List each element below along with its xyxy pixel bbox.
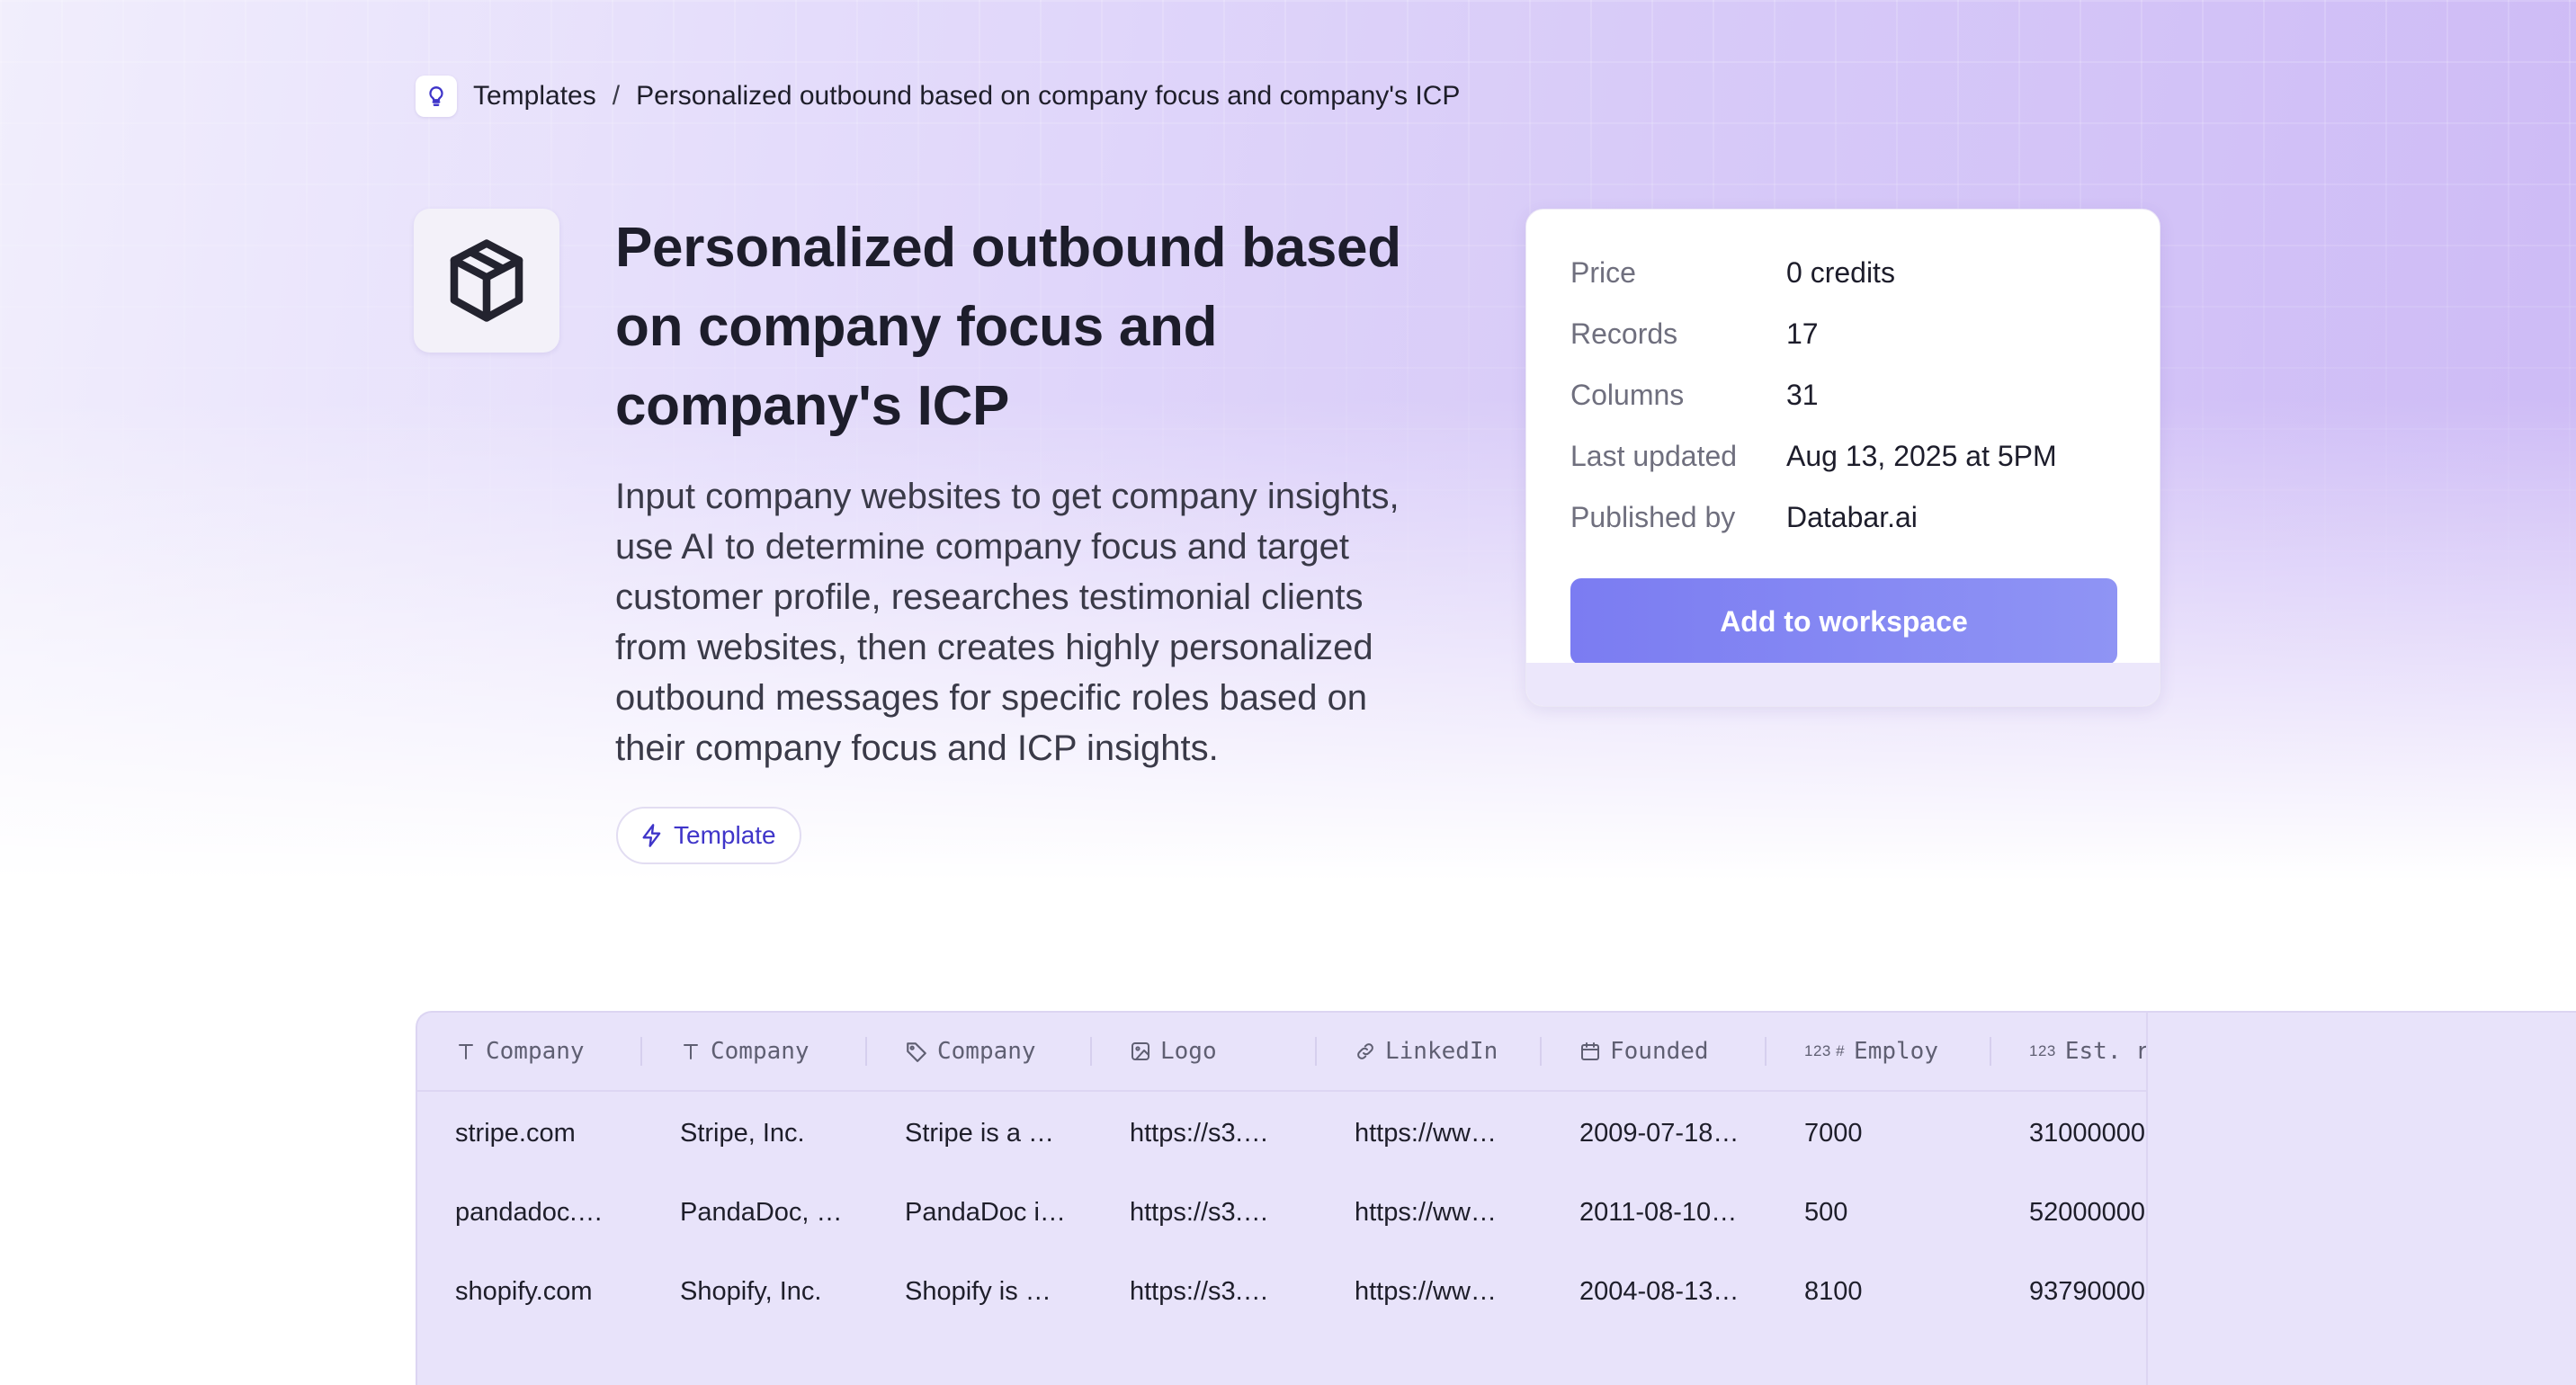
info-value: 0 credits <box>1786 256 1895 289</box>
template-info-card: Price 0 credits Records 17 Columns 31 La… <box>1525 209 2160 707</box>
info-value: 31 <box>1786 379 1819 411</box>
number-icon: 123 # <box>1804 1042 1846 1059</box>
table-cell[interactable]: PandaDoc i… <box>867 1198 1092 1228</box>
template-tag[interactable]: Template <box>616 807 801 864</box>
breadcrumb-separator: / <box>612 81 621 111</box>
column-header-label: Logo <box>1160 1038 1217 1065</box>
column-header[interactable]: 123 # Employ <box>1767 1013 1991 1091</box>
table-cell[interactable]: https://ww… <box>1317 1277 1542 1307</box>
page: Templates / Personalized outbound based … <box>0 0 2576 1385</box>
info-row-last-updated: Last updated Aug 13, 2025 at 5PM <box>1570 436 2057 476</box>
table-cell[interactable]: Stripe, Inc. <box>642 1119 867 1148</box>
table-header: Company Company Company Logo LinkedIn Fo… <box>417 1013 2148 1092</box>
info-label: Records <box>1570 317 1678 350</box>
info-value: Aug 13, 2025 at 5PM <box>1786 440 2057 472</box>
column-header-label: Founded <box>1610 1038 1709 1065</box>
template-tag-label: Template <box>674 821 776 849</box>
table-cell[interactable]: pandadoc.… <box>417 1198 642 1228</box>
cube-icon <box>414 209 559 353</box>
info-value: Databar.ai <box>1786 501 1918 533</box>
add-to-workspace-button[interactable]: Add to workspace <box>1570 578 2117 665</box>
number-icon: 123 <box>2029 1042 2056 1059</box>
column-header-label: Company <box>711 1038 809 1065</box>
table-cell[interactable]: https://s3.… <box>1092 1198 1317 1228</box>
column-header[interactable]: Founded <box>1542 1013 1767 1091</box>
data-table-preview: Company Company Company Logo LinkedIn Fo… <box>416 1011 2576 1385</box>
table-cell[interactable]: 93790000 <box>1991 1277 2146 1307</box>
table-cell[interactable]: Shopify is … <box>867 1277 1092 1307</box>
table-row[interactable]: stripe.com Stripe, Inc. Stripe is a … ht… <box>417 1094 2146 1173</box>
template-description: Input company websites to get company in… <box>615 477 1400 768</box>
table-row[interactable]: pandadoc.… PandaDoc, … PandaDoc i… https… <box>417 1173 2146 1252</box>
table-cell[interactable]: 500 <box>1767 1198 1991 1228</box>
breadcrumb-current: Personalized outbound based on company f… <box>636 81 1461 111</box>
calendar-icon <box>1579 1041 1601 1062</box>
column-header-label: Company <box>937 1038 1036 1065</box>
table-cell[interactable]: 52000000 <box>1991 1198 2146 1228</box>
table-cell[interactable]: Stripe is a … <box>867 1119 1092 1148</box>
image-icon <box>1130 1041 1151 1062</box>
table-cell[interactable]: Shopify, Inc. <box>642 1277 867 1307</box>
column-header-label: Employ <box>1854 1038 1938 1065</box>
table-cell[interactable]: 2011-08-10… <box>1542 1198 1767 1228</box>
info-label: Price <box>1570 256 1636 289</box>
table-cell[interactable]: https://ww… <box>1317 1198 1542 1228</box>
table-cell[interactable]: 2009-07-18… <box>1542 1119 1767 1148</box>
table-cell[interactable]: shopify.com <box>417 1277 642 1307</box>
link-icon <box>1355 1041 1376 1062</box>
info-row-published-by: Published by Databar.ai <box>1570 497 1918 537</box>
column-header[interactable]: 123 Est. r <box>1991 1013 2148 1091</box>
table-cell[interactable]: 8100 <box>1767 1277 1991 1307</box>
lightning-icon <box>640 823 665 848</box>
column-header-label: Company <box>486 1038 585 1065</box>
text-type-icon <box>680 1041 702 1062</box>
table-cell[interactable]: stripe.com <box>417 1119 642 1148</box>
info-row-columns: Columns 31 <box>1570 375 1819 415</box>
table-cell[interactable]: 7000 <box>1767 1119 1991 1148</box>
column-header[interactable]: LinkedIn <box>1317 1013 1542 1091</box>
info-label: Last updated <box>1570 440 1738 472</box>
table-cell[interactable]: https://s3.… <box>1092 1119 1317 1148</box>
column-header[interactable]: Company <box>417 1013 642 1091</box>
table-cell[interactable]: https://ww… <box>1317 1119 1542 1148</box>
info-label: Columns <box>1570 379 1685 411</box>
table-cell[interactable]: PandaDoc, … <box>642 1198 867 1228</box>
table-row[interactable]: shopify.com Shopify, Inc. Shopify is … h… <box>417 1252 2146 1331</box>
info-value: 17 <box>1786 317 1819 350</box>
text-type-icon <box>455 1041 477 1062</box>
column-header-label: LinkedIn <box>1385 1038 1498 1065</box>
column-header[interactable]: Company <box>867 1013 1092 1091</box>
column-header[interactable]: Logo <box>1092 1013 1317 1091</box>
info-row-price: Price 0 credits <box>1570 253 1895 292</box>
page-title: Personalized outbound based on company f… <box>615 217 1401 437</box>
column-header-label: Est. r <box>2064 1038 2148 1065</box>
table-viewport[interactable]: Company Company Company Logo LinkedIn Fo… <box>417 1013 2148 1385</box>
lightbulb-icon[interactable] <box>416 76 457 117</box>
tag-icon <box>905 1040 928 1063</box>
info-label: Published by <box>1570 501 1736 533</box>
card-footer <box>1526 663 2160 706</box>
info-row-records: Records 17 <box>1570 314 1819 353</box>
breadcrumb: Templates / Personalized outbound based … <box>416 76 1460 117</box>
table-cell[interactable]: 31000000 <box>1991 1119 2146 1148</box>
table-cell[interactable]: https://s3.… <box>1092 1277 1317 1307</box>
breadcrumb-templates-link[interactable]: Templates <box>473 81 596 112</box>
column-header[interactable]: Company <box>642 1013 867 1091</box>
table-cell[interactable]: 2004-08-13… <box>1542 1277 1767 1307</box>
